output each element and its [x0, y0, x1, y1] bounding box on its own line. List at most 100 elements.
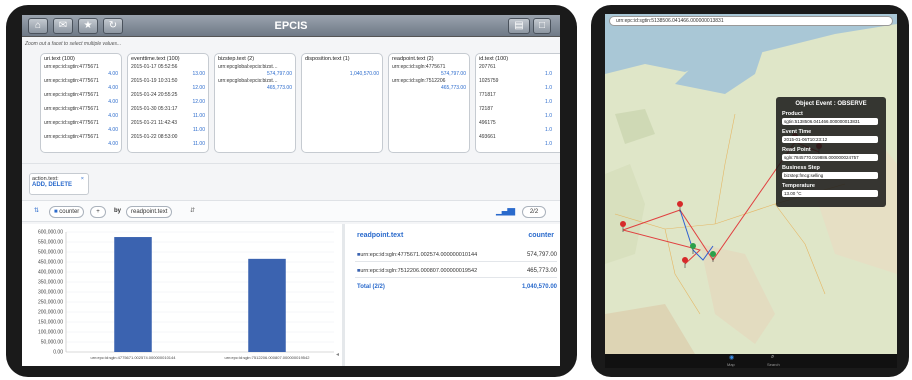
facet-row-key: 2015-01-30 05:31:17	[131, 106, 178, 112]
facet-row-value: 1.0	[545, 113, 552, 119]
facet-row[interactable]: 2015-01-22 08:53:00 11.00	[128, 134, 208, 148]
table-row-value: 574,797.00	[526, 252, 557, 258]
facet-row-value: 4.00	[108, 141, 118, 147]
facet-row[interactable]: urn:epc:id:sgtin:4775671 4.00	[41, 106, 121, 120]
facet-row-key: 2015-01-19 10:31:50	[131, 78, 178, 84]
facet-row[interactable]: 496175 1.0	[476, 120, 560, 134]
popup-title: Object Event : OBSERVE	[795, 101, 867, 107]
facet-row-value: 465,773.00	[440, 85, 466, 91]
popup-field-label: Business Step	[782, 165, 820, 171]
facet-header: uri.text (100)	[44, 56, 75, 62]
table-row[interactable]: ■urn:epc:id:sgln:4775671.002574.00000001…	[355, 246, 557, 262]
collapse-left-icon[interactable]: ◂	[336, 351, 339, 358]
measure-label: counter	[59, 209, 80, 215]
facet-row[interactable]: 493661 1.0	[476, 134, 560, 148]
facet-row[interactable]: 2015-01-17 05:52:56 13.00	[128, 64, 208, 78]
epcis-screen: ⌂ ✉ ★ ↻ EPCIS ▤ □ Zoom out a facet to se…	[22, 15, 560, 366]
pivot-table: readpoint.text counter ■urn:epc:id:sgln:…	[345, 224, 560, 366]
facet-card[interactable]: bizstep.text (2) urn:epcglobal:epcis:biz…	[214, 53, 296, 153]
facet-card[interactable]: readpoint.text (2) urn:epc:id:sgln:47756…	[388, 53, 470, 153]
fullscreen-icon[interactable]: □	[533, 18, 551, 34]
facet-row[interactable]: urn:epcglobal:epcis:bizst… 465,773.00	[215, 78, 295, 92]
swap-icon[interactable]: ⇅	[34, 207, 39, 214]
facet-card[interactable]: uri.text (100) urn:epc:id:sgtin:4775671 4…	[40, 53, 122, 153]
facet-card[interactable]: disposition.text (1) 1,040,570.00	[301, 53, 383, 153]
facet-row-value: 4.00	[108, 71, 118, 77]
facet-row[interactable]: 1025759 1.0	[476, 78, 560, 92]
layout-toggle-icon[interactable]: ▤	[508, 18, 530, 34]
table-row-key: urn:epc:id:sgln:7512206.000807.000000019…	[360, 268, 478, 274]
facet-header: disposition.text (1)	[305, 56, 350, 62]
bar-chart: 600,000.00 550,000.00 500,000.00 450,000.00…	[22, 224, 342, 366]
facet-row-key: urn:epc:id:sgtin:4775671	[44, 120, 99, 126]
facet-row-key: 771817	[479, 92, 496, 98]
facet-row[interactable]: 72187 1.0	[476, 106, 560, 120]
map-screen: urn:epc:id:sgtin:5138506.041466.00000001…	[605, 14, 897, 368]
facet-row[interactable]: 2015-01-30 05:31:17 11.00	[128, 106, 208, 120]
facet-card[interactable]: eventtime.text (100) 2015-01-17 05:52:56…	[127, 53, 209, 153]
facet-row-value: 11.00	[192, 113, 205, 119]
facet-row[interactable]: 771817 1.0	[476, 92, 560, 106]
facet-row-key: urn:epc:id:sgtin:4775671	[44, 78, 99, 84]
facet-row[interactable]: 207761 1.0	[476, 64, 560, 78]
facet-row[interactable]: urn:epcglobal:epcis:bizst… 574,797.00	[215, 64, 295, 78]
y-tick-label: 200,000.00	[38, 310, 63, 316]
facet-row-key: 493661	[479, 134, 496, 140]
facet-row-value: 465,773.00	[266, 85, 292, 91]
facet-row-value: 1.0	[545, 127, 552, 133]
facet-row-key: 496175	[479, 120, 496, 126]
epc-search-input[interactable]: urn:epc:id:sgtin:5138506.041466.00000001…	[609, 16, 893, 26]
pager[interactable]: 2/2	[522, 206, 546, 218]
sort-icon[interactable]: ⇵	[190, 207, 195, 214]
facet-row-key: 2015-01-21 11:42:43	[131, 120, 178, 126]
y-tick-label: 150,000.00	[38, 320, 63, 326]
facet-row-key: 1025759	[479, 78, 499, 84]
add-measure-button[interactable]: +	[90, 206, 106, 218]
facet-row[interactable]: urn:epc:id:sgtin:4775671 4.00	[41, 64, 121, 78]
facet-row-value: 574,797.00	[440, 71, 466, 77]
facet-card[interactable]: id.text (100) 207761 1.0 1025759 1.0 77181…	[475, 53, 560, 153]
app-title: EPCIS	[274, 20, 308, 32]
facet-row-value: 1.0	[545, 141, 552, 147]
y-tick-label: 300,000.00	[38, 290, 63, 296]
table-row[interactable]: ■urn:epc:id:sgln:7512206.000807.00000001…	[355, 262, 557, 278]
facet-row[interactable]: 1,040,570.00	[302, 64, 382, 78]
close-icon[interactable]: ×	[81, 176, 84, 182]
popup-field-value: sgln:7845770.019886.000000024757	[782, 154, 878, 161]
facet-row-key: urn:epc:id:sgtin:4775671	[44, 92, 99, 98]
selection-value: ADD, DELETE	[32, 182, 73, 188]
measure-pill[interactable]: ■ counter	[49, 206, 85, 218]
globe-icon[interactable]: ◉	[729, 354, 734, 361]
facet-row-value: 11.00	[192, 127, 205, 133]
facet-row-key: urn:epc:id:sgtin:4775671	[44, 134, 99, 140]
facet-row-value: 4.00	[108, 127, 118, 133]
popup-field-value: 2015-01-06T10:23:12	[782, 136, 878, 143]
popup-field-value: 13.00 °C	[782, 190, 878, 197]
table-row-key: urn:epc:id:sgln:4775671.002574.000000010…	[360, 252, 478, 258]
facet-row[interactable]: urn:epc:id:sgtin:4775671 4.00	[41, 134, 121, 148]
facet-row[interactable]: urn:epc:id:sgln:4775671 574,797.00	[389, 64, 469, 78]
facet-row[interactable]: urn:epc:id:sgln:7512206 465,773.00	[389, 78, 469, 92]
popup-field-label: Product	[782, 111, 803, 117]
table-header-measure: counter	[528, 232, 554, 239]
facet-row[interactable]: urn:epc:id:sgtin:4775671 4.00	[41, 92, 121, 106]
tab-search[interactable]: Search	[767, 362, 780, 367]
facet-row[interactable]: urn:epc:id:sgtin:4775671 4.00	[41, 120, 121, 134]
selection-chip[interactable]: action.text: ADD, DELETE ×	[29, 173, 89, 195]
facet-row-value: 1,040,570.00	[349, 71, 379, 77]
y-tick-label: 350,000.00	[38, 280, 63, 286]
facet-row[interactable]: 2015-01-19 10:31:50 12.00	[128, 78, 208, 92]
bar-chart-icon[interactable]: ▁▃▅	[496, 205, 515, 216]
facet-row-key: urn:epcglobal:epcis:bizst…	[218, 64, 278, 70]
facet-row[interactable]: 2015-01-21 11:42:43 11.00	[128, 120, 208, 134]
facet-row-key: urn:epc:id:sgtin:4775671	[44, 106, 99, 112]
facet-row[interactable]: urn:epc:id:sgtin:4775671 4.00	[41, 78, 121, 92]
facet-row-key: 2015-01-22 08:53:00	[131, 134, 178, 140]
tab-map[interactable]: Map	[727, 362, 735, 367]
table-header-dimension: readpoint.text	[357, 232, 404, 239]
facet-header: readpoint.text (2)	[392, 56, 434, 62]
x-tick-label: urn:epc:id:sgln:4775671.002574.000000010…	[91, 355, 177, 360]
dimension-pill[interactable]: readpoint.text	[126, 206, 173, 218]
search-icon[interactable]: ⌕	[771, 354, 774, 361]
facet-row[interactable]: 2015-01-24 20:55:25 12.00	[128, 92, 208, 106]
